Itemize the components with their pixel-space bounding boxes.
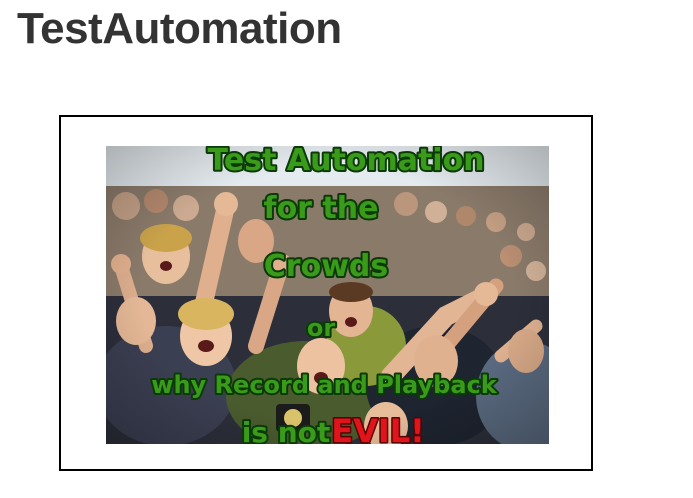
overlay-line-5: why Record and Playback bbox=[151, 371, 497, 399]
overlay-line-4: or bbox=[307, 314, 335, 342]
overlay-line-3: Crowds bbox=[264, 249, 388, 284]
overlay-line-2: for the bbox=[264, 191, 379, 226]
crowd-illustration: Test Automation for the Crowds or why Re… bbox=[106, 146, 549, 444]
overlay-emphasis-word: EVIL! bbox=[331, 412, 425, 444]
overlay-line-6: is not bbox=[242, 416, 331, 444]
overlay-line-1: Test Automation bbox=[207, 146, 484, 178]
crowd-photo: Test Automation for the Crowds or why Re… bbox=[106, 146, 549, 444]
image-frame: Test Automation for the Crowds or why Re… bbox=[59, 115, 593, 471]
page-title: TestAutomation bbox=[17, 4, 342, 53]
